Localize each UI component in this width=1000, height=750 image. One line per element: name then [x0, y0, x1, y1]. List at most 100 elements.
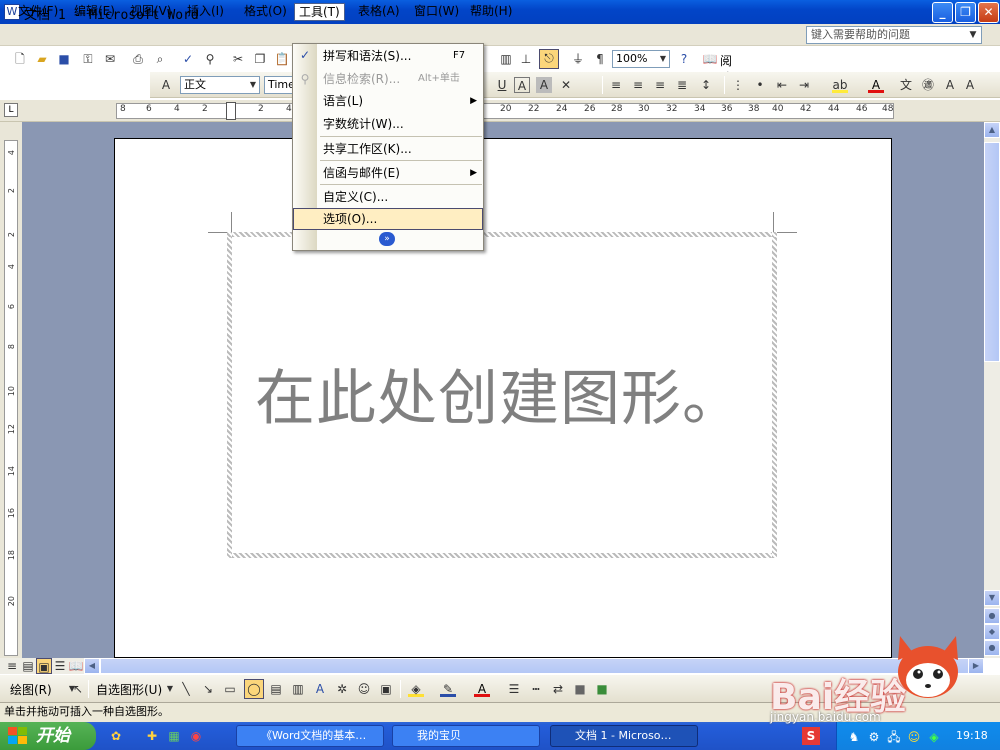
line-icon[interactable]: ╲: [178, 681, 194, 697]
highlight-icon[interactable]: ab: [832, 77, 848, 93]
decrease-indent-icon[interactable]: ⇤: [774, 77, 790, 93]
paragraph-mark-icon[interactable]: ¶: [592, 51, 608, 67]
3d-icon[interactable]: ■: [594, 681, 610, 697]
menu-item-letters-mailings[interactable]: 信函与邮件(E) ▶: [293, 162, 483, 184]
indent-marker[interactable]: [226, 102, 236, 120]
menu-item-options[interactable]: 选项(O)...: [293, 208, 483, 230]
save-icon[interactable]: ■: [56, 51, 72, 67]
columns-icon[interactable]: ▥: [498, 51, 514, 67]
menu-format[interactable]: 格式(O): [240, 3, 291, 21]
arrow-style-icon[interactable]: ⇄: [550, 681, 566, 697]
menu-help[interactable]: 帮助(H): [466, 3, 516, 21]
char-shading-icon[interactable]: A: [536, 77, 552, 93]
menu-view[interactable]: 视图(V): [126, 3, 176, 21]
permission-icon[interactable]: ⚿: [80, 51, 96, 67]
vertical-scrollbar[interactable]: ▲ ▼ ● ◆ ●: [984, 122, 1000, 658]
vertical-textbox-icon[interactable]: ▥: [290, 681, 306, 697]
font-select[interactable]: Times: [264, 76, 301, 94]
tray-s-icon[interactable]: S: [802, 727, 820, 745]
maximize-button[interactable]: ❐: [955, 2, 976, 23]
reading-view-icon[interactable]: 📖: [68, 658, 84, 674]
fill-color-icon[interactable]: ◈: [408, 681, 424, 697]
underline-icon[interactable]: U: [494, 77, 510, 93]
paste-icon[interactable]: 📋: [274, 51, 290, 67]
menu-tools[interactable]: 工具(T): [294, 3, 345, 21]
spelling-icon[interactable]: ✓: [180, 51, 196, 67]
research-icon[interactable]: ⚲: [202, 51, 218, 67]
font-color-icon[interactable]: A: [474, 681, 490, 697]
picture-icon[interactable]: ▣: [378, 681, 394, 697]
outline-view-icon[interactable]: ☰: [52, 658, 68, 674]
menu-item-language[interactable]: 语言(L) ▶: [293, 90, 483, 112]
draw-menu-button[interactable]: 绘图(R): [10, 681, 52, 698]
numbering-icon[interactable]: ⋮: [730, 77, 746, 93]
read-icon[interactable]: 📖: [702, 51, 718, 67]
menu-insert[interactable]: 插入(I): [183, 3, 228, 21]
expand-menu-icon[interactable]: »: [379, 232, 395, 246]
quicklaunch-icon[interactable]: ✚: [144, 728, 160, 744]
line-spacing-icon[interactable]: ↕: [698, 77, 714, 93]
shadow-icon[interactable]: ■: [572, 681, 588, 697]
drawing-icon[interactable]: ⊥: [518, 51, 534, 67]
help-icon[interactable]: ?: [676, 51, 692, 67]
autoshapes-menu-button[interactable]: 自选图形(U): [96, 681, 162, 698]
menu-window[interactable]: 窗口(W): [410, 3, 463, 21]
select-objects-icon[interactable]: ↖: [70, 681, 86, 697]
rectangle-icon[interactable]: ▭: [222, 681, 238, 697]
increase-indent-icon[interactable]: ⇥: [796, 77, 812, 93]
tray-icon[interactable]: ☺: [906, 729, 922, 745]
print-icon[interactable]: ⎙: [130, 51, 146, 67]
web-view-icon[interactable]: ▤: [20, 658, 36, 674]
menu-table[interactable]: 表格(A): [354, 3, 404, 21]
align-left-icon[interactable]: ≡: [608, 77, 624, 93]
char-scale-icon[interactable]: ✕: [558, 77, 574, 93]
menu-item-spelling[interactable]: 拼写和语法(S)... F7: [293, 45, 483, 67]
minimize-button[interactable]: _: [932, 2, 953, 23]
zoom-select[interactable]: 100% ▼: [612, 50, 670, 68]
task-item[interactable]: 我的宝贝: [392, 725, 540, 747]
bullets-icon[interactable]: •: [752, 77, 768, 93]
textbox-icon[interactable]: ▤: [268, 681, 284, 697]
show-hide-icon[interactable]: ⏚: [570, 51, 586, 67]
menu-file[interactable]: 文件(F): [14, 3, 62, 21]
grow-font-icon[interactable]: A: [942, 77, 958, 93]
dash-style-icon[interactable]: ┅: [528, 681, 544, 697]
diagram-icon[interactable]: ✲: [334, 681, 350, 697]
menu-edit[interactable]: 编辑(E): [70, 3, 119, 21]
menu-item-word-count[interactable]: 字数统计(W)...: [293, 113, 483, 135]
styles-icon[interactable]: A: [158, 77, 174, 93]
print-layout-icon[interactable]: ▣: [36, 658, 52, 674]
font-color-icon[interactable]: A: [868, 77, 884, 93]
wordart-icon[interactable]: A: [312, 681, 328, 697]
tray-icon[interactable]: ♞: [846, 729, 862, 745]
open-folder-icon[interactable]: ▰: [34, 51, 50, 67]
oval-icon[interactable]: ◯: [244, 679, 264, 699]
line-color-icon[interactable]: ✎: [440, 681, 456, 697]
quicklaunch-icon[interactable]: ✿: [108, 728, 124, 744]
quicklaunch-icon[interactable]: ◉: [188, 728, 204, 744]
tray-icon[interactable]: ⚙: [866, 729, 882, 745]
align-center-icon[interactable]: ≡: [630, 77, 646, 93]
network-icon[interactable]: 🖧: [886, 729, 902, 745]
scroll-left-button[interactable]: ◀: [84, 658, 100, 674]
shrink-font-icon[interactable]: A: [962, 77, 978, 93]
task-item[interactable]: 《Word文档的基本…: [236, 725, 384, 747]
print-preview-icon[interactable]: ⌕: [152, 51, 168, 67]
align-right-icon[interactable]: ≡: [652, 77, 668, 93]
copy-icon[interactable]: ❐: [252, 51, 268, 67]
tab-selector[interactable]: L: [4, 103, 18, 117]
close-button[interactable]: ✕: [978, 2, 999, 23]
task-item[interactable]: 文档 1 - Microso…: [550, 725, 698, 747]
arrow-icon[interactable]: ↘: [200, 681, 216, 697]
enclose-char-icon[interactable]: ㊜: [920, 77, 936, 93]
menu-item-shared-workspace[interactable]: 共享工作区(K)...: [293, 138, 483, 160]
char-border-icon[interactable]: A: [514, 77, 530, 93]
justify-icon[interactable]: ≣: [674, 77, 690, 93]
line-style-icon[interactable]: ☰: [506, 681, 522, 697]
chevron-down-icon[interactable]: ▼: [162, 681, 178, 697]
menu-item-customize[interactable]: 自定义(C)...: [293, 186, 483, 208]
quicklaunch-icon[interactable]: ▦: [166, 728, 182, 744]
help-search-input[interactable]: 键入需要帮助的问题: [806, 26, 982, 44]
new-document-icon[interactable]: 🗋: [12, 51, 28, 67]
clipart-icon[interactable]: ☺: [356, 681, 372, 697]
